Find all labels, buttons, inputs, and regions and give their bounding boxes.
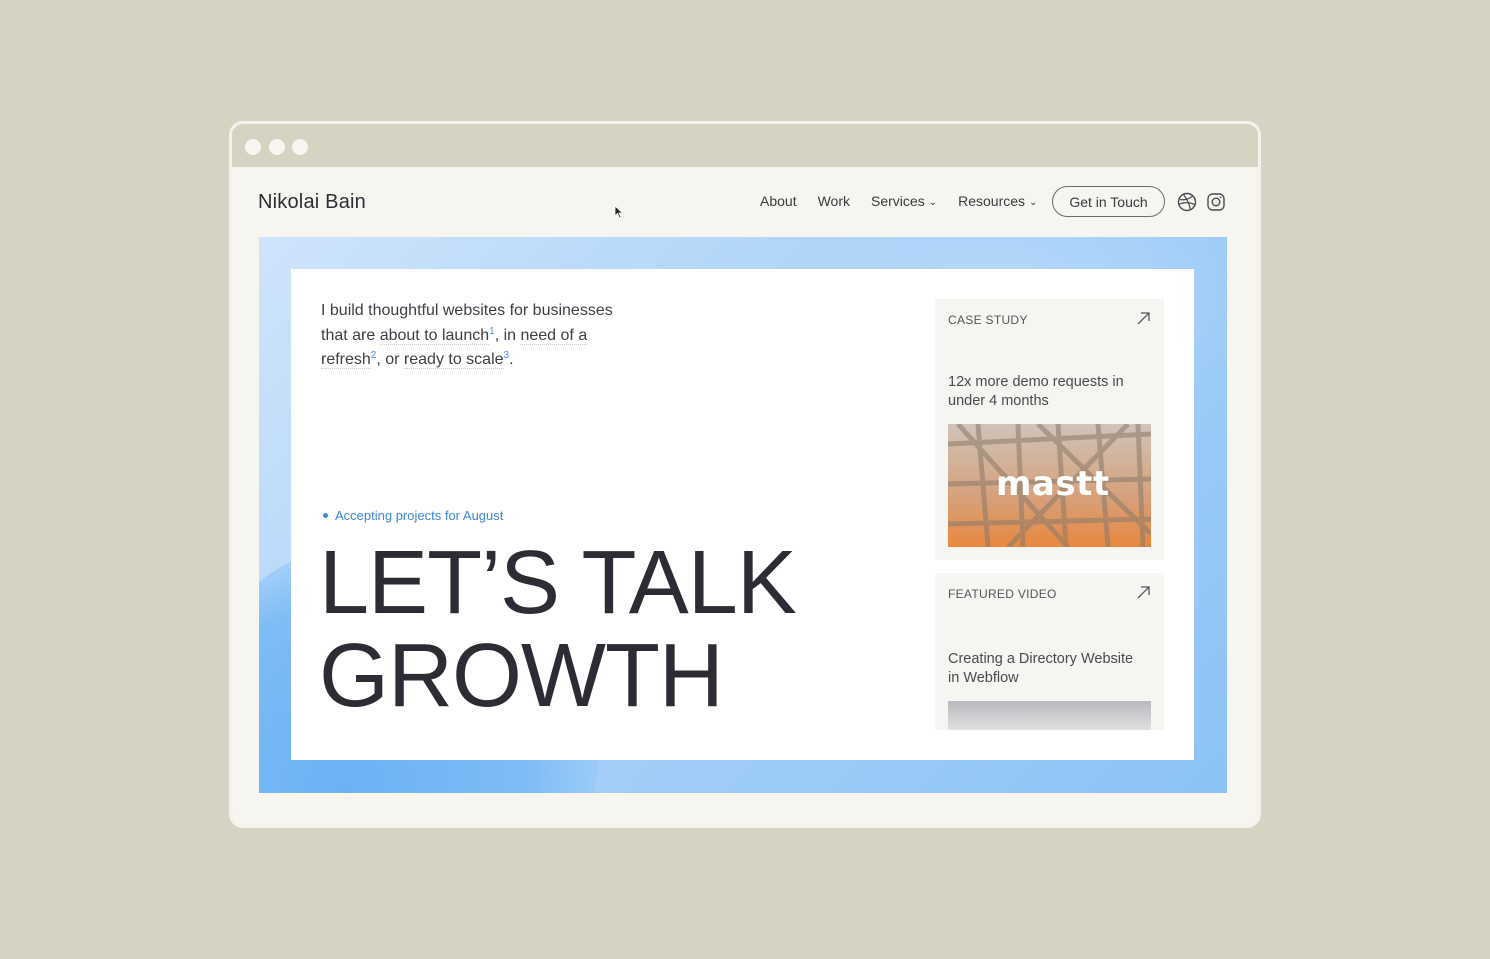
status-dot-icon bbox=[323, 513, 328, 518]
nav-about-label: About bbox=[760, 193, 797, 209]
brand-name[interactable]: Nikolai Bain bbox=[258, 191, 366, 214]
window-dot-maximize[interactable] bbox=[292, 139, 308, 155]
browser-chrome bbox=[232, 124, 1258, 167]
headline-line-1: LET’S TALK bbox=[319, 533, 797, 633]
case-study-card[interactable]: CASE STUDY 12x more demo requests in und… bbox=[935, 299, 1164, 560]
arrow-up-right-icon[interactable] bbox=[1136, 585, 1151, 600]
chevron-down-icon: ⌄ bbox=[928, 196, 938, 208]
nav-resources[interactable]: Resources ⌄ bbox=[958, 193, 1037, 209]
nav-resources-label: Resources bbox=[958, 193, 1026, 209]
dribbble-icon[interactable] bbox=[1177, 192, 1197, 212]
instagram-icon[interactable] bbox=[1206, 192, 1226, 212]
intro-text: I build thoughtful websites for business… bbox=[321, 299, 641, 373]
footnote-2[interactable]: 2 bbox=[371, 350, 377, 361]
availability-status: Accepting projects for August bbox=[323, 508, 503, 523]
hero-headline: LET’S TALK GROWTH bbox=[319, 537, 797, 726]
headline-line-2: GROWTH bbox=[319, 626, 724, 726]
intro-end: . bbox=[509, 351, 514, 368]
browser-window: Nikolai Bain About Work Services ⌄ Resour… bbox=[229, 121, 1261, 828]
scale-link[interactable]: ready to scale bbox=[403, 351, 504, 369]
hero-card: I build thoughtful websites for business… bbox=[291, 269, 1194, 760]
intro-sep-1: , in bbox=[494, 326, 521, 344]
nav-services-label: Services bbox=[871, 193, 925, 209]
nav-work-label: Work bbox=[817, 193, 851, 209]
case-study-title: 12x more demo requests in under 4 months bbox=[948, 374, 1124, 409]
intro-sep-2: , or bbox=[376, 351, 404, 368]
nav-services[interactable]: Services ⌄ bbox=[871, 193, 937, 209]
footnote-3[interactable]: 3 bbox=[504, 350, 510, 361]
featured-video-card[interactable]: FEATURED VIDEO Creating a Directory Webs… bbox=[935, 573, 1164, 730]
status-text: Accepting projects for August bbox=[335, 508, 504, 523]
mouse-cursor-icon bbox=[614, 205, 624, 219]
featured-video-thumbnail[interactable] bbox=[948, 701, 1151, 730]
main-nav: About Work Services ⌄ Resources ⌄ bbox=[760, 193, 1058, 209]
case-study-label: CASE STUDY bbox=[948, 313, 1028, 327]
hero-section: I build thoughtful websites for business… bbox=[259, 237, 1227, 793]
window-dot-minimize[interactable] bbox=[269, 139, 285, 155]
featured-video-label: FEATURED VIDEO bbox=[948, 587, 1057, 601]
case-study-thumbnail[interactable]: mastt bbox=[948, 424, 1151, 547]
arrow-up-right-icon[interactable] bbox=[1136, 311, 1151, 326]
get-in-touch-button[interactable]: Get in Touch bbox=[1052, 186, 1165, 217]
site-header: Nikolai Bain About Work Services ⌄ Resour… bbox=[232, 167, 1258, 239]
featured-video-title: Creating a Directory Website in Webflow bbox=[948, 651, 1134, 686]
nav-work[interactable]: Work bbox=[818, 193, 850, 209]
nav-about[interactable]: About bbox=[760, 193, 797, 209]
window-dot-close[interactable] bbox=[245, 139, 261, 155]
chevron-down-icon: ⌄ bbox=[1029, 196, 1038, 208]
launch-link[interactable]: about to launch bbox=[379, 326, 490, 345]
footnote-1[interactable]: 1 bbox=[489, 326, 495, 337]
mastt-logo: mastt bbox=[996, 464, 1110, 504]
